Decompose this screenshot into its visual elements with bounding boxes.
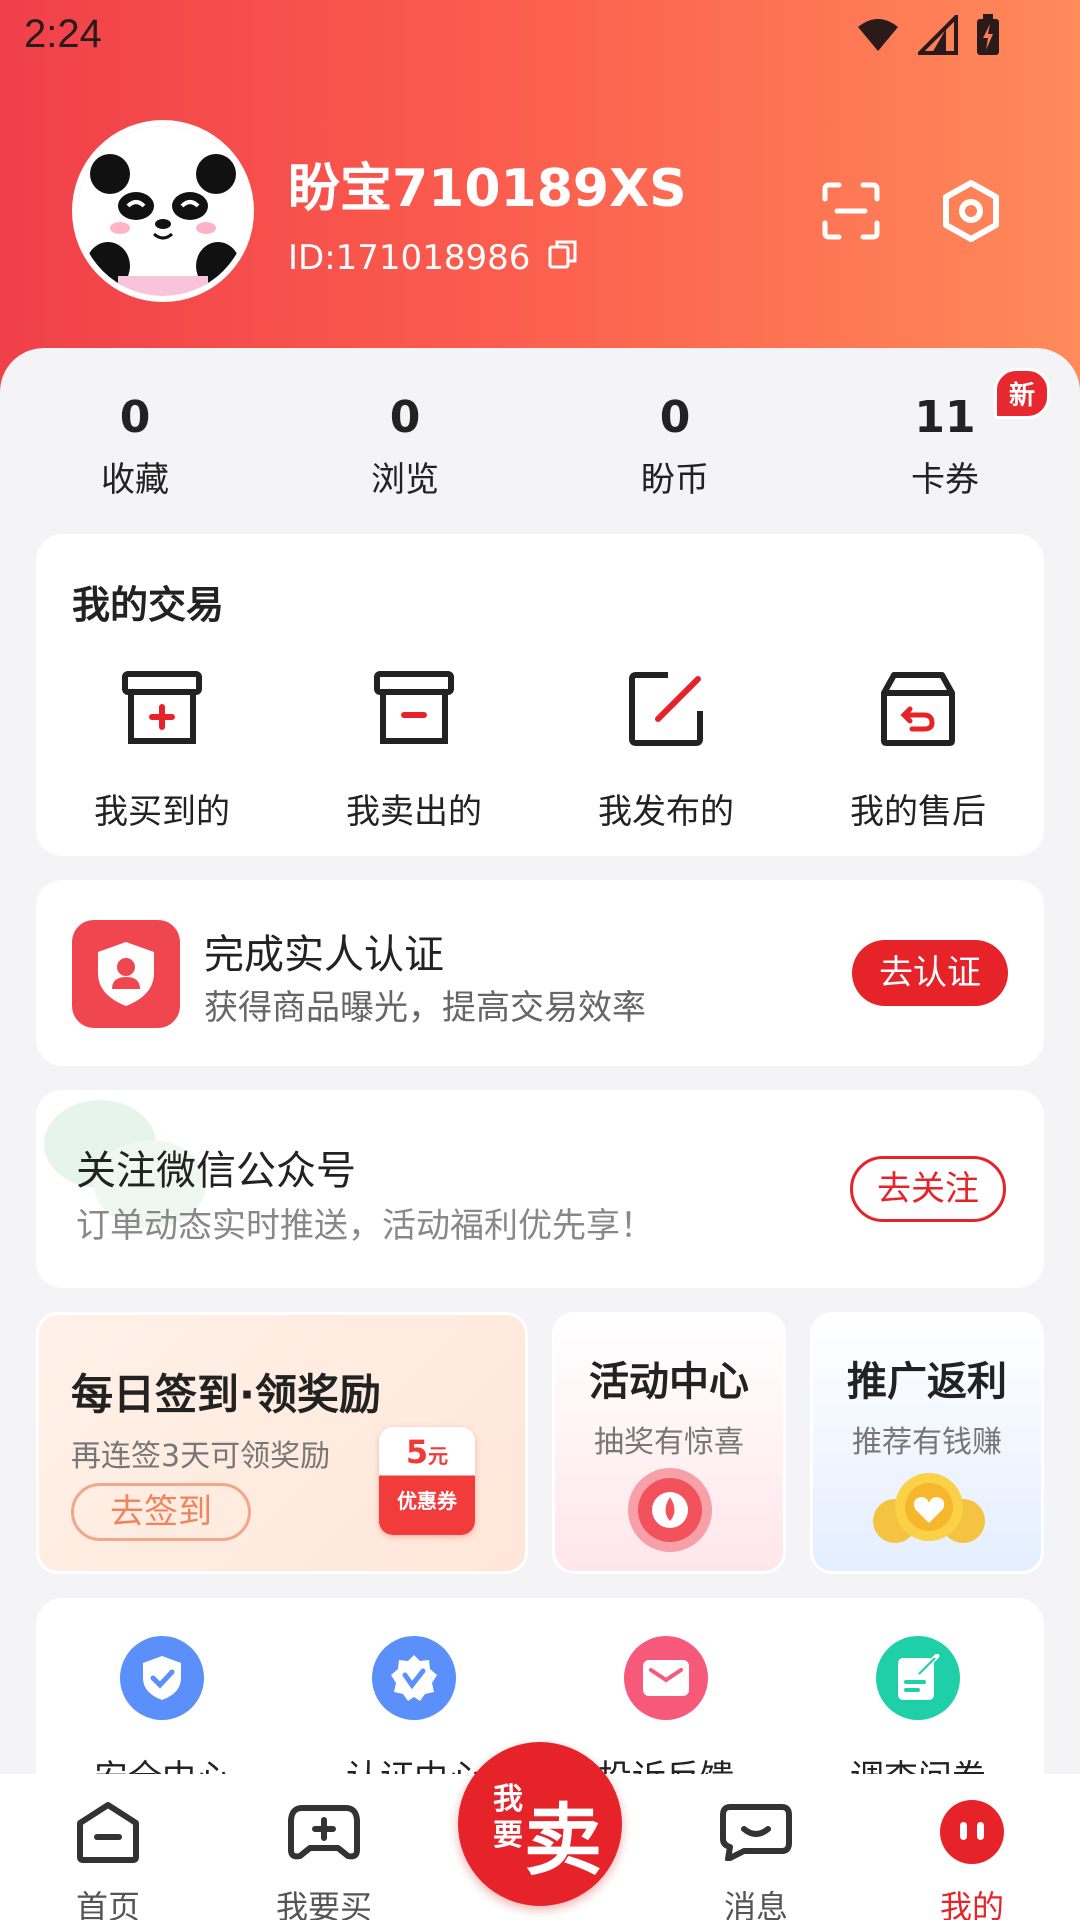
message-icon — [648, 1796, 864, 1868]
sell-button-big-label: 卖 — [524, 1796, 603, 1886]
tab-buy[interactable]: 我要买 — [216, 1774, 432, 1920]
tab-mine[interactable]: 我的 — [864, 1774, 1080, 1920]
coupon-amount: 5 — [405, 1433, 429, 1471]
gamepad-icon — [216, 1796, 432, 1868]
coupon-graphic: 5元 优惠券 — [379, 1427, 475, 1535]
stat-coupons[interactable]: 11 卡券 新 — [810, 368, 1080, 510]
mail-icon — [624, 1636, 708, 1720]
verify-card: 完成实人认证 获得商品曝光，提高交易效率 去认证 — [36, 880, 1044, 1066]
new-badge: 新 — [994, 368, 1051, 419]
trade-item-aftersale[interactable]: 我的售后 — [792, 664, 1044, 833]
username: 盼宝710189XS — [288, 159, 687, 219]
wifi-icon — [856, 17, 900, 57]
signal-icon — [915, 12, 958, 59]
tab-label: 首页 — [75, 1888, 140, 1920]
gear-icon — [943, 180, 999, 242]
lottery-wheel-icon — [625, 1465, 715, 1559]
trade-item-bought[interactable]: 我买到的 — [36, 664, 288, 833]
daily-signin-card[interactable]: 每日签到·领奖励 再连签3天可领奖励 去签到 5元 优惠券 — [36, 1312, 528, 1574]
edit-square-icon — [540, 664, 792, 754]
user-id-row: ID:171018986 — [288, 238, 578, 278]
promote-subtitle: 推荐有钱赚 — [852, 1425, 1002, 1460]
stat-label: 盼币 — [641, 460, 709, 500]
tab-home[interactable]: 首页 — [0, 1774, 216, 1920]
profile-icon — [864, 1796, 1080, 1868]
verify-button[interactable]: 去认证 — [852, 940, 1008, 1006]
trade-label: 我的售后 — [850, 792, 986, 832]
status-time: 2:24 — [24, 12, 102, 56]
follow-button[interactable]: 去关注 — [850, 1156, 1006, 1222]
id-shield-icon — [72, 920, 180, 1028]
stat-value: 0 — [659, 392, 691, 443]
coupon-label: 优惠券 — [397, 1489, 457, 1513]
activity-subtitle: 抽奖有惊喜 — [594, 1425, 744, 1460]
trade-item-published[interactable]: 我发布的 — [540, 664, 792, 833]
trade-label: 我卖出的 — [346, 792, 482, 832]
stat-label: 卡券 — [911, 460, 979, 500]
stat-coins[interactable]: 0 盼币 — [540, 390, 810, 510]
user-id: ID:171018986 — [288, 238, 531, 278]
trade-item-sold[interactable]: 我卖出的 — [288, 664, 540, 833]
wechat-subtitle: 订单动态实时推送，活动福利优先享！ — [76, 1206, 654, 1246]
wechat-card: 关注微信公众号 订单动态实时推送，活动福利优先享！ 去关注 — [36, 1090, 1044, 1288]
signin-subtitle: 再连签3天可领奖励 — [71, 1439, 331, 1474]
sell-button[interactable]: 我要 卖 — [458, 1742, 622, 1906]
trade-items: 我买到的 我卖出的 我发布的 我的售后 — [36, 664, 1044, 833]
signin-button[interactable]: 去签到 — [71, 1483, 251, 1541]
stat-value: 0 — [389, 392, 421, 443]
stats-row: 0 收藏 0 浏览 0 盼币 11 卡券 新 — [0, 368, 1080, 510]
scan-button[interactable] — [818, 178, 884, 244]
stat-value: 0 — [119, 392, 151, 443]
tab-messages[interactable]: 消息 — [648, 1774, 864, 1920]
wechat-title: 关注微信公众号 — [76, 1148, 356, 1194]
battery-icon — [976, 14, 1000, 60]
my-trade-title: 我的交易 — [72, 583, 225, 627]
status-bar: 2:24 — [0, 0, 1080, 72]
copy-icon[interactable] — [548, 238, 578, 278]
tab-label: 我要买 — [275, 1888, 372, 1920]
promote-title: 推广返利 — [847, 1359, 1007, 1405]
box-minus-icon — [288, 664, 540, 754]
verify-title: 完成实人认证 — [204, 932, 444, 978]
tab-label: 我的 — [939, 1888, 1004, 1920]
status-icons — [856, 12, 1000, 60]
coupon-unit: 元 — [428, 1444, 449, 1468]
trade-label: 我买到的 — [94, 792, 230, 832]
stat-history[interactable]: 0 浏览 — [270, 390, 540, 510]
my-trade-card: 我的交易 我买到的 我卖出的 我发布的 我的售后 — [36, 534, 1044, 856]
activity-title: 活动中心 — [589, 1359, 749, 1405]
box-return-icon — [792, 664, 1044, 754]
activity-center-card[interactable]: 活动中心 抽奖有惊喜 — [552, 1312, 786, 1574]
tab-label: 消息 — [723, 1888, 788, 1920]
promotion-rebate-card[interactable]: 推广返利 推荐有钱赚 — [810, 1312, 1044, 1574]
signin-title: 每日签到·领奖励 — [71, 1370, 381, 1419]
stat-label: 浏览 — [371, 460, 439, 500]
sell-button-small-label: 我要 — [493, 1782, 523, 1853]
settings-button[interactable] — [938, 178, 1004, 244]
avatar[interactable] — [72, 120, 254, 302]
panda-avatar-icon — [78, 126, 248, 296]
scan-icon — [822, 182, 880, 240]
badge-check-icon — [372, 1636, 456, 1720]
trade-label: 我发布的 — [598, 792, 734, 832]
stat-label: 收藏 — [101, 460, 169, 500]
box-plus-icon — [36, 664, 288, 754]
home-icon — [0, 1796, 216, 1868]
gold-coins-icon — [869, 1465, 989, 1555]
stat-favorites[interactable]: 0 收藏 — [0, 390, 270, 510]
verify-subtitle: 获得商品曝光，提高交易效率 — [204, 988, 646, 1028]
survey-icon — [876, 1636, 960, 1720]
shield-check-icon — [120, 1636, 204, 1720]
